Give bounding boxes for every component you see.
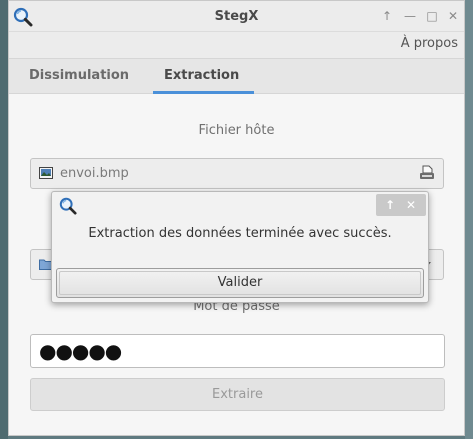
confirm-button[interactable]: Valider <box>56 268 424 298</box>
image-file-icon <box>39 167 53 179</box>
dialog-keep-above-button[interactable]: ↑ <box>382 197 398 213</box>
about-menu[interactable]: À propos <box>401 36 458 51</box>
dialog-title-bar[interactable]: ↑ ✕ <box>52 192 428 218</box>
password-field[interactable]: ●●●●● <box>30 334 445 368</box>
desktop-background <box>0 0 8 439</box>
confirm-button-label: Valider <box>217 275 263 290</box>
active-tab-indicator <box>153 91 254 94</box>
magnifier-icon <box>59 197 77 215</box>
title-bar[interactable]: StegX ↑ — □ ✕ <box>9 1 464 32</box>
close-button[interactable]: ✕ <box>445 8 461 24</box>
host-file-label: Fichier hôte <box>198 123 275 138</box>
password-value: ●●●●● <box>39 339 122 363</box>
success-dialog: ↑ ✕ Extraction des données terminée avec… <box>51 191 429 303</box>
minimize-button[interactable]: — <box>402 8 418 24</box>
dialog-controls: ↑ ✕ <box>376 194 426 216</box>
host-file-chooser[interactable]: envoi.bmp <box>30 158 444 189</box>
document-open-icon[interactable] <box>419 165 435 181</box>
tab-dissimulation[interactable]: Dissimulation <box>29 68 129 83</box>
dialog-message: Extraction des données terminée avec suc… <box>88 226 392 241</box>
menu-bar: À propos <box>9 32 464 58</box>
keep-above-button[interactable]: ↑ <box>379 8 395 24</box>
maximize-button[interactable]: □ <box>424 8 440 24</box>
window-title: StegX <box>214 9 259 24</box>
tab-bar: Dissimulation Extraction <box>9 58 464 94</box>
extract-button[interactable]: Extraire <box>30 378 445 411</box>
desktop-background-right <box>465 0 473 439</box>
dialog-close-button[interactable]: ✕ <box>403 197 419 213</box>
host-file-value: envoi.bmp <box>60 166 129 181</box>
tab-extraction[interactable]: Extraction <box>164 68 239 83</box>
